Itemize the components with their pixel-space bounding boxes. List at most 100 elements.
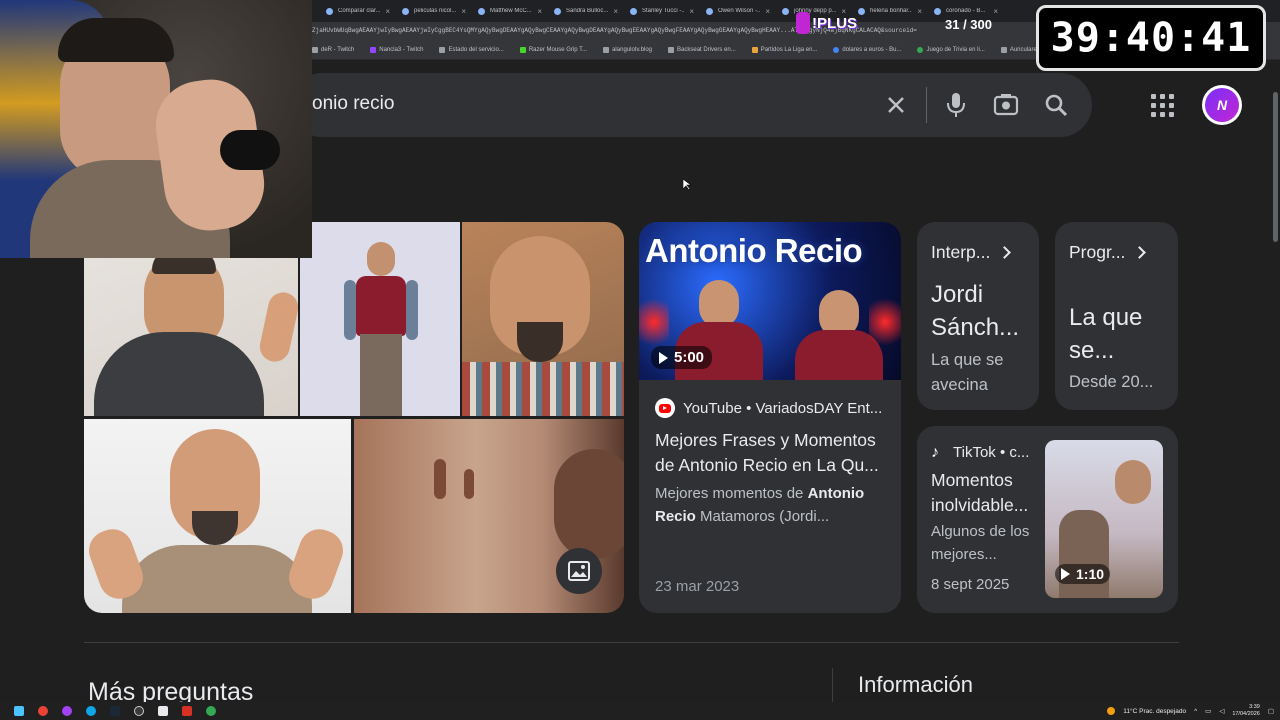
bookmark-icon [1000,46,1007,53]
tab-close-icon[interactable]: × [537,7,542,16]
scrollbar[interactable] [1270,60,1280,702]
browser-tab[interactable]: Comparar clar... × [320,2,396,20]
bookmark-item[interactable]: Estado del servicio... [439,46,504,53]
person-head [554,449,624,559]
webcam-overlay [0,0,312,258]
person-body [1059,510,1109,598]
tab-favicon-icon [706,7,713,15]
video-title[interactable]: Momentos inolvidable... [931,468,1049,518]
youtube-icon [655,398,675,418]
edge-icon[interactable] [82,704,100,718]
chevron-right-icon [1133,246,1147,259]
tab-close-icon[interactable]: × [385,7,390,16]
bookmark-icon [668,46,675,53]
microphone-icon[interactable] [938,87,974,123]
goal-counter: 31 / 300 [945,17,992,32]
person-beard [192,511,238,545]
bookmark-item[interactable]: Nancla3 - Twitch [370,46,423,53]
tab-close-icon[interactable]: × [689,7,694,16]
kp-card-name: La que se... [1069,304,1143,364]
person-head [1115,460,1151,504]
kp-card-subtitle: Desde 20... [1069,373,1154,391]
streamer-hair [58,18,174,62]
video-date: 8 sept 2025 [931,576,1010,593]
camera-icon[interactable] [988,87,1024,123]
close-icon[interactable] [878,87,914,123]
image-result[interactable] [84,419,351,613]
tray-chevron-icon[interactable]: ^ [1194,708,1197,715]
scrollbar-thumb[interactable] [1273,92,1278,242]
thumbnail-title: Antonio Recio [645,232,863,269]
browser-tab[interactable]: Sandra Bulloc... × [548,2,624,20]
search-icon[interactable] [1038,87,1074,123]
browser-tab[interactable]: Stanley Tucci -... × [624,2,700,20]
kp-card-interpreter[interactable]: Interp... Jordi Sánch... La que se aveci… [917,222,1039,410]
bookmark-item[interactable]: Juego de Trivia en li... [917,46,985,53]
google-apps-icon[interactable] [1146,89,1178,121]
kp-card-subtitle: La que se avecina [931,351,1004,394]
tiktok-result-card[interactable]: ♪ TikTok • c... Momentos inolvidable... … [917,426,1178,613]
browser-tab[interactable]: peliculas nicol... × [396,2,472,20]
person-trousers [360,334,402,416]
person-vest [122,545,312,613]
person-hand [257,289,298,365]
avatar[interactable]: N [1202,85,1242,125]
section-divider [84,642,1179,643]
volume-icon[interactable]: ◁ [1219,707,1224,715]
bookmark-item[interactable]: Partidos La Liga en... [751,46,817,53]
play-icon [1061,568,1070,580]
google-icon [833,46,840,53]
razer-icon [519,46,526,53]
bookmark-item[interactable]: alangulotv.blog [603,46,652,53]
person-beard [517,322,563,362]
chevron-right-icon [998,246,1012,259]
image-result[interactable] [300,222,460,416]
windows-start-icon[interactable] [10,704,28,718]
image-result[interactable] [462,222,624,416]
bookmark-item[interactable]: deR - Twitch [312,46,354,53]
system-tray: 11°C Prac. despejado ^ ▭ ◁ 3:39 17/04/20… [1107,702,1274,720]
flame-decoration [869,292,901,352]
obs-icon[interactable] [130,704,148,718]
image-icon [568,561,590,581]
tab-close-icon[interactable]: × [993,7,998,16]
bookmark-icon [603,46,610,53]
person-head [367,242,395,276]
browser-tab[interactable]: helena bonhar... × [852,2,928,20]
steam-icon[interactable] [106,704,124,718]
app-icon[interactable] [202,704,220,718]
chrome-icon[interactable] [34,704,52,718]
clock[interactable]: 3:39 17/04/2026 [1232,704,1260,718]
more-images-button[interactable] [556,548,602,594]
browser-tab[interactable]: Owen Wilson -... × [700,2,776,20]
app-icon[interactable] [154,704,172,718]
bookmark-icon [917,46,924,53]
kp-card-program[interactable]: Progr... La que se... Desde 20... [1055,222,1178,410]
app-icon[interactable] [58,704,76,718]
tab-close-icon[interactable]: × [765,7,770,16]
video-source: YouTube • VariadosDAY Ent... [655,398,882,418]
bookmark-item[interactable]: Razer Mouse Grip T... [519,46,587,53]
video-result-card[interactable]: Antonio Recio 5:00 YouTube • VariadosDAY… [639,222,901,613]
browser-tab[interactable]: Matthew McC... × [472,2,548,20]
tiktok-icon: ♪ [931,443,939,461]
search-divider [926,87,927,123]
person-shirt [462,362,624,416]
tab-close-icon[interactable]: × [461,7,466,16]
plus-logo-icon [796,12,810,34]
video-thumbnail: Antonio Recio 5:00 [639,222,901,380]
tab-close-icon[interactable]: × [613,7,618,16]
tab-close-icon[interactable]: × [917,7,922,16]
video-title[interactable]: Mejores Frases y Momentos de Antonio Rec… [655,428,891,478]
bookmark-icon [751,46,758,53]
bookmark-icon [439,46,446,53]
network-icon[interactable]: ▭ [1205,707,1211,715]
kp-card-header: Progr... [1069,242,1147,263]
bookmark-item[interactable]: Backseat Drivers en... [668,46,736,53]
weather-text[interactable]: 11°C Prac. despejado [1123,708,1186,715]
bookmark-item[interactable]: dolares a euros - Bu... [833,46,901,53]
search-box[interactable]: onio recio [290,73,1092,137]
app-icon[interactable] [178,704,196,718]
search-input[interactable]: onio recio [312,93,394,115]
notification-icon[interactable]: ▢ [1268,707,1274,715]
